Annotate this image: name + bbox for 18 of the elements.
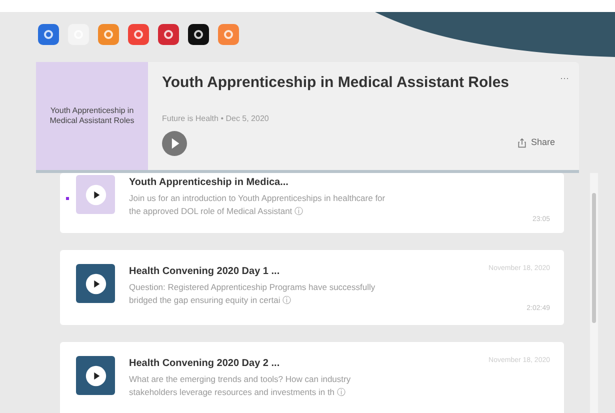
episode-title: Health Convening 2020 Day 1 ... xyxy=(129,265,281,279)
episode-description: What are the emerging trends and tools? How can industry stakeholders leverage resources and investments in th ⓘ xyxy=(129,373,352,399)
share-button[interactable]: Share xyxy=(516,136,555,150)
play-button[interactable] xyxy=(162,130,187,156)
episode-title: Health Convening 2020 Day 2 ... xyxy=(129,357,281,371)
scrollbar-thumb[interactable] xyxy=(592,193,596,323)
share-icon xyxy=(516,138,527,148)
episode-title: Youth Apprenticeship in Medical Assistant Roles xyxy=(162,73,509,93)
more-button[interactable]: ··· xyxy=(560,72,569,86)
play-icon[interactable] xyxy=(84,184,106,206)
episode-description: Join us for an introduction to Youth Apprenticeships in healthcare for the approved DOL role of Medical Assistant ⓘ xyxy=(129,192,386,218)
app-icon[interactable] xyxy=(188,24,209,45)
cover-title: Youth Apprenticeship in Medical Assistant Roles xyxy=(48,106,136,126)
episode-title: Youth Apprenticeship in Medica... xyxy=(129,176,290,190)
play-icon[interactable] xyxy=(84,364,106,386)
episode-description: Question: Registered Apprenticeship Programs have successfully bridged the gap ensuring equity in certai ⓘ xyxy=(129,281,376,307)
play-icon[interactable] xyxy=(84,272,106,294)
episode-meta: Future is Health • Dec 5, 2020 xyxy=(162,112,270,124)
